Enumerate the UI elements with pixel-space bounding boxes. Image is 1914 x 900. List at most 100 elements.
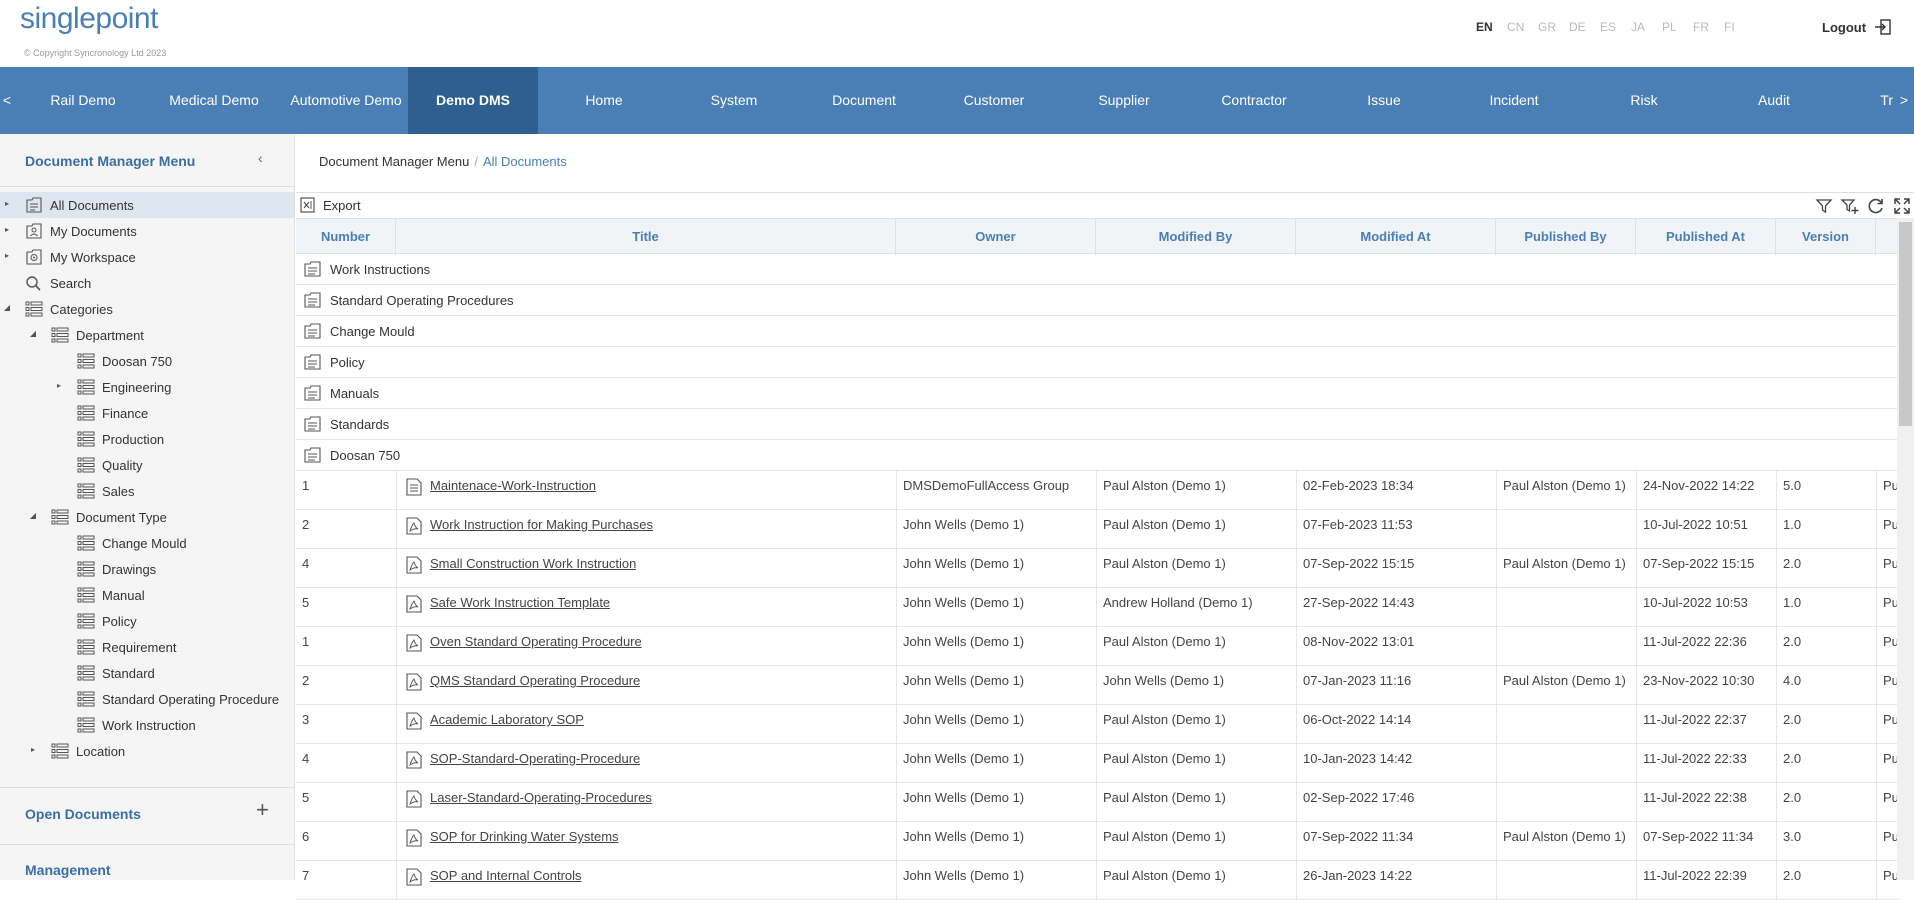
sidebar-item-work-instruction[interactable]: Work Instruction	[0, 712, 294, 738]
sidebar-item-standard[interactable]: Standard	[0, 660, 294, 686]
scrollbar-thumb[interactable]	[1899, 222, 1912, 426]
sidebar-item-engineering[interactable]: ▸ Engineering	[0, 374, 294, 400]
open-documents-add-icon[interactable]: +	[256, 797, 269, 823]
sidebar-item-all-documents[interactable]: ▸ All Documents	[0, 192, 294, 218]
logout-button[interactable]: Logout	[1822, 18, 1892, 36]
folder-row[interactable]: Manuals	[296, 378, 1900, 409]
sidebar-item-categories[interactable]: ◢ Categories	[0, 296, 294, 322]
folder-row[interactable]: Change Mould	[296, 316, 1900, 347]
tree-toggle-icon[interactable]: ◢	[28, 511, 38, 520]
sidebar-item-document-type[interactable]: ◢ Document Type	[0, 504, 294, 530]
nav-next-arrow[interactable]: >	[1897, 67, 1911, 134]
sidebar-item-requirement[interactable]: Requirement	[0, 634, 294, 660]
singlepoint-logo[interactable]: singlepoint	[20, 2, 158, 36]
table-row[interactable]: 3 John Wells (Demo 1) Paul Alston (Demo 1)…	[296, 705, 1900, 744]
nav-item-medical-demo[interactable]: Medical Demo	[149, 67, 279, 134]
sidebar-item-my-documents[interactable]: ▸ My Documents	[0, 218, 294, 244]
sidebar-item-search[interactable]: Search	[0, 270, 294, 296]
column-header-modified-at[interactable]: Modified At	[1296, 219, 1496, 255]
nav-item-contractor[interactable]: Contractor	[1189, 67, 1319, 134]
column-header-published-by[interactable]: Published By	[1496, 219, 1636, 255]
table-row[interactable]: 1 DMSDemoFullAccess Group Paul Alston (Dem…	[296, 471, 1900, 510]
document-title-link[interactable]: SOP-Standard-Operating-Procedure	[430, 744, 640, 783]
folder-row[interactable]: Standard Operating Procedures	[296, 285, 1900, 316]
nav-item-supplier[interactable]: Supplier	[1059, 67, 1189, 134]
sidebar-item-standard-operating-procedure[interactable]: Standard Operating Procedure	[0, 686, 294, 712]
sidebar-item-manual[interactable]: Manual	[0, 582, 294, 608]
document-title-link[interactable]: Safe Work Instruction Template	[430, 588, 610, 627]
language-option-en[interactable]: EN	[1476, 20, 1507, 34]
document-title-link[interactable]: QMS Standard Operating Procedure	[430, 666, 640, 705]
refresh-icon[interactable]	[1866, 196, 1886, 216]
table-row[interactable]: 5 John Wells (Demo 1) Paul Alston (Demo 1)…	[296, 783, 1900, 822]
breadcrumb-root[interactable]: Document Manager Menu	[319, 154, 469, 169]
sidebar-item-location[interactable]: ▸ Location	[0, 738, 294, 764]
language-option-cn[interactable]: CN	[1507, 20, 1538, 34]
language-option-fi[interactable]: FI	[1724, 20, 1755, 34]
nav-item-customer[interactable]: Customer	[929, 67, 1059, 134]
sidebar-item-change-mould[interactable]: Change Mould	[0, 530, 294, 556]
sidebar-item-production[interactable]: Production	[0, 426, 294, 452]
nav-item-incident[interactable]: Incident	[1449, 67, 1579, 134]
folder-row[interactable]: Standards	[296, 409, 1900, 440]
sidebar-item-policy[interactable]: Policy	[0, 608, 294, 634]
table-row[interactable]: 6 John Wells (Demo 1) Paul Alston (Demo 1)…	[296, 822, 1900, 861]
language-option-ja[interactable]: JA	[1631, 20, 1662, 34]
sidebar-item-doosan-750[interactable]: Doosan 750	[0, 348, 294, 374]
document-title-link[interactable]: Oven Standard Operating Procedure	[430, 627, 642, 666]
table-row[interactable]: 2 John Wells (Demo 1) John Wells (Demo 1) 0…	[296, 666, 1900, 705]
nav-item-issue[interactable]: Issue	[1319, 67, 1449, 134]
document-title-link[interactable]: Academic Laboratory SOP	[430, 705, 584, 744]
column-header-number[interactable]: Number	[296, 219, 396, 255]
filter-icon[interactable]	[1814, 196, 1834, 216]
fullscreen-icon[interactable]	[1892, 196, 1912, 216]
nav-prev-arrow[interactable]: <	[0, 67, 14, 134]
folder-row[interactable]: Doosan 750	[296, 440, 1900, 471]
language-option-de[interactable]: DE	[1569, 20, 1600, 34]
tree-toggle-icon[interactable]: ▸	[2, 199, 12, 208]
sidebar-item-drawings[interactable]: Drawings	[0, 556, 294, 582]
nav-item-automotive-demo[interactable]: Automotive Demo	[281, 67, 411, 134]
tree-toggle-icon[interactable]: ◢	[28, 329, 38, 338]
nav-item-system[interactable]: System	[669, 67, 799, 134]
language-option-es[interactable]: ES	[1600, 20, 1631, 34]
sidebar-collapse-icon[interactable]: ‹	[258, 150, 263, 166]
export-button[interactable]: Export	[300, 197, 361, 213]
open-documents-header[interactable]: Open Documents	[25, 806, 141, 822]
folder-row[interactable]: Work Instructions	[296, 254, 1900, 285]
filter-add-icon[interactable]	[1840, 196, 1860, 216]
sidebar-item-quality[interactable]: Quality	[0, 452, 294, 478]
sidebar-item-finance[interactable]: Finance	[0, 400, 294, 426]
table-row[interactable]: 4 John Wells (Demo 1) Paul Alston (Demo 1)…	[296, 549, 1900, 588]
document-title-link[interactable]: Small Construction Work Instruction	[430, 549, 636, 588]
document-title-link[interactable]: SOP and Internal Controls	[430, 861, 582, 900]
sidebar-item-my-workspace[interactable]: ▸ My Workspace	[0, 244, 294, 270]
nav-item-rail-demo[interactable]: Rail Demo	[18, 67, 148, 134]
language-option-fr[interactable]: FR	[1693, 20, 1724, 34]
language-option-pl[interactable]: PL	[1662, 20, 1693, 34]
sidebar-item-sales[interactable]: Sales	[0, 478, 294, 504]
table-row[interactable]: 1 John Wells (Demo 1) Paul Alston (Demo 1)…	[296, 627, 1900, 666]
table-row[interactable]: 4 John Wells (Demo 1) Paul Alston (Demo 1)…	[296, 744, 1900, 783]
nav-item-audit[interactable]: Audit	[1709, 67, 1839, 134]
tree-toggle-icon[interactable]: ◢	[2, 303, 12, 312]
tree-toggle-icon[interactable]: ▸	[2, 225, 12, 234]
document-title-link[interactable]: SOP for Drinking Water Systems	[430, 822, 619, 861]
column-header-version[interactable]: Version	[1776, 219, 1876, 255]
nav-item-demo-dms[interactable]: Demo DMS	[408, 67, 538, 134]
column-header-owner[interactable]: Owner	[896, 219, 1096, 255]
table-row[interactable]: 7 John Wells (Demo 1) Paul Alston (Demo 1)…	[296, 861, 1900, 900]
nav-item-document[interactable]: Document	[799, 67, 929, 134]
grid-vertical-scrollbar[interactable]	[1897, 218, 1914, 880]
document-title-link[interactable]: Laser-Standard-Operating-Procedures	[430, 783, 652, 822]
table-row[interactable]: 5 John Wells (Demo 1) Andrew Holland (Demo…	[296, 588, 1900, 627]
column-header-modified-by[interactable]: Modified By	[1096, 219, 1296, 255]
tree-toggle-icon[interactable]: ▸	[28, 745, 38, 754]
column-header-published-at[interactable]: Published At	[1636, 219, 1776, 255]
nav-item-home[interactable]: Home	[539, 67, 669, 134]
tree-toggle-icon[interactable]: ▸	[2, 251, 12, 260]
document-title-link[interactable]: Maintenace-Work-Instruction	[430, 471, 596, 510]
table-row[interactable]: 2 John Wells (Demo 1) Paul Alston (Demo 1)…	[296, 510, 1900, 549]
management-header[interactable]: Management	[25, 862, 111, 878]
folder-row[interactable]: Policy	[296, 347, 1900, 378]
